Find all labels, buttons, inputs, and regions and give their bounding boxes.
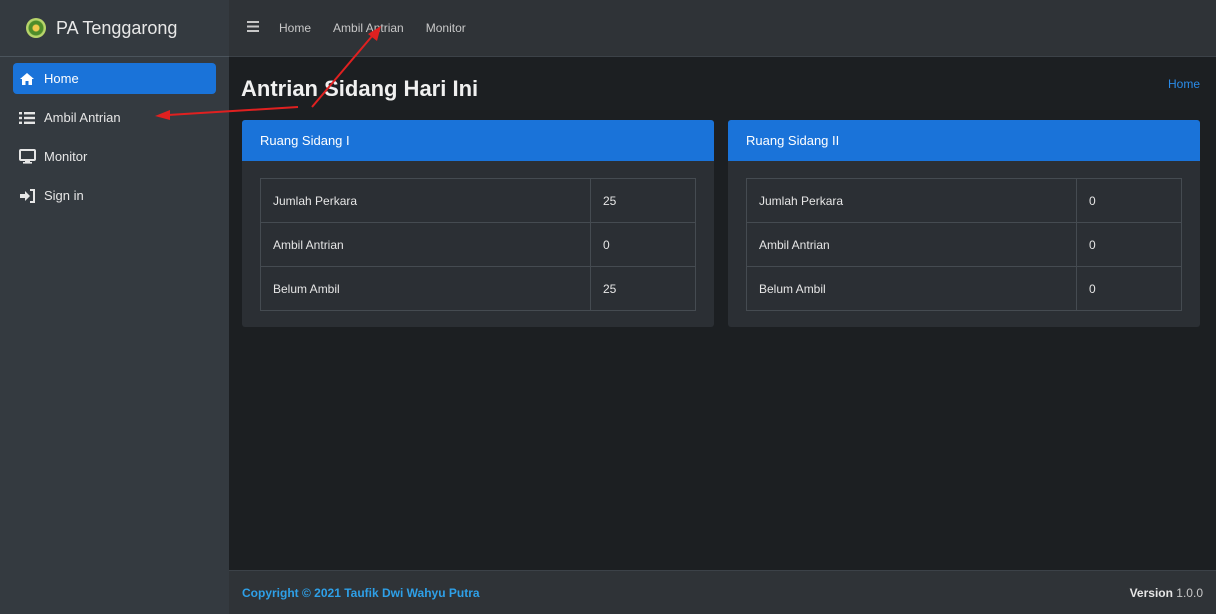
- card-title: Ruang Sidang I: [242, 120, 714, 161]
- sidebar-item-monitor[interactable]: Monitor: [13, 141, 216, 172]
- queue-stats-table: Jumlah Perkara 0 Ambil Antrian 0 Belum A…: [746, 178, 1182, 311]
- row-label: Ambil Antrian: [746, 222, 1077, 267]
- table-row: Jumlah Perkara 25: [260, 178, 696, 223]
- row-value: 25: [590, 178, 696, 223]
- top-nav-monitor[interactable]: Monitor: [426, 21, 466, 35]
- sidebar-item-label: Monitor: [44, 149, 88, 164]
- row-label: Jumlah Perkara: [260, 178, 591, 223]
- top-nav-ambil-antrian[interactable]: Ambil Antrian: [333, 21, 404, 35]
- breadcrumb-home[interactable]: Home: [1168, 77, 1200, 91]
- main-content: Antrian Sidang Hari Ini Home Ruang Sidan…: [229, 57, 1216, 570]
- sidebar-nav: Home Ambil Antrian Monitor Sign in: [0, 57, 229, 211]
- sidebar-item-label: Ambil Antrian: [44, 110, 121, 125]
- version-info: Version 1.0.0: [1130, 586, 1203, 600]
- table-row: Ambil Antrian 0: [746, 222, 1182, 267]
- app-frame: PA Tenggarong Home Ambil Antrian Monitor…: [0, 0, 1216, 614]
- row-value: 25: [590, 266, 696, 311]
- sidebar-item-label: Home: [44, 71, 79, 86]
- sidebar-item-home[interactable]: Home: [13, 63, 216, 94]
- footer: Copyright © 2021 Taufik Dwi Wahyu Putra …: [229, 570, 1216, 614]
- brand-logo-icon: [26, 18, 46, 38]
- top-nav-home[interactable]: Home: [279, 21, 311, 35]
- card-ruang-sidang-2: Ruang Sidang II Jumlah Perkara 0 Ambil A…: [728, 120, 1200, 327]
- brand-link[interactable]: PA Tenggarong: [0, 0, 229, 57]
- sign-in-icon: [16, 188, 38, 203]
- table-row: Belum Ambil 25: [260, 266, 696, 311]
- sidebar: PA Tenggarong Home Ambil Antrian Monitor…: [0, 0, 229, 614]
- card-title: Ruang Sidang II: [728, 120, 1200, 161]
- table-row: Ambil Antrian 0: [260, 222, 696, 267]
- row-value: 0: [1076, 178, 1182, 223]
- row-label: Ambil Antrian: [260, 222, 591, 267]
- page-title: Antrian Sidang Hari Ini: [241, 76, 479, 101]
- table-row: Belum Ambil 0: [746, 266, 1182, 311]
- sidebar-item-sign-in[interactable]: Sign in: [13, 180, 216, 211]
- row-value: 0: [590, 222, 696, 267]
- row-value: 0: [1076, 222, 1182, 267]
- home-icon: [16, 72, 38, 86]
- card-body: Jumlah Perkara 0 Ambil Antrian 0 Belum A…: [728, 161, 1200, 327]
- row-label: Jumlah Perkara: [746, 178, 1077, 223]
- row-label: Belum Ambil: [260, 266, 591, 311]
- version-value: 1.0.0: [1176, 585, 1203, 600]
- row-label: Belum Ambil: [746, 266, 1077, 311]
- copyright-text: Copyright © 2021 Taufik Dwi Wahyu Putra: [242, 585, 480, 600]
- list-icon: [16, 111, 38, 125]
- monitor-icon: [16, 149, 38, 164]
- card-body: Jumlah Perkara 25 Ambil Antrian 0 Belum …: [242, 161, 714, 327]
- hamburger-menu-icon[interactable]: [247, 19, 259, 37]
- sidebar-item-label: Sign in: [44, 188, 84, 203]
- top-navbar: Home Ambil Antrian Monitor: [229, 0, 1216, 57]
- card-ruang-sidang-1: Ruang Sidang I Jumlah Perkara 25 Ambil A…: [242, 120, 714, 327]
- row-value: 0: [1076, 266, 1182, 311]
- sidebar-item-ambil-antrian[interactable]: Ambil Antrian: [13, 102, 216, 133]
- brand-name: PA Tenggarong: [56, 17, 178, 38]
- version-label: Version: [1129, 585, 1173, 600]
- queue-stats-table: Jumlah Perkara 25 Ambil Antrian 0 Belum …: [260, 178, 696, 311]
- table-row: Jumlah Perkara 0: [746, 178, 1182, 223]
